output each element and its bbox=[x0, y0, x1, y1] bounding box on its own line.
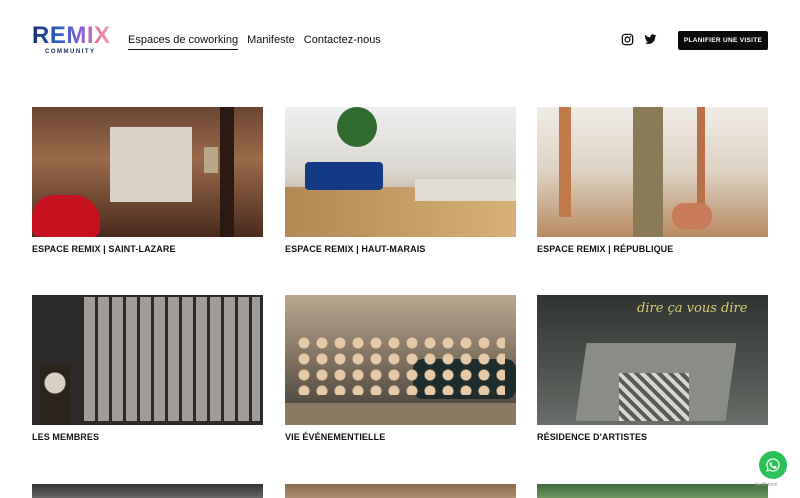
card-title[interactable]: ESPACE REMIX | SAINT-LAZARE bbox=[32, 244, 263, 254]
site-header: REMIX COMMUNITY Espaces de coworking Man… bbox=[0, 0, 800, 82]
card-title[interactable]: VIE ÉVÉNEMENTIELLE bbox=[285, 432, 516, 442]
logo-word: REMIX bbox=[32, 22, 111, 49]
card-residence-artistes[interactable]: dire ça vous dire RÉSIDENCE D'ARTISTES bbox=[537, 295, 768, 442]
card-vie-evenementielle[interactable]: VIE ÉVÉNEMENTIELLE bbox=[285, 295, 516, 442]
getbutton-label: GetButton bbox=[755, 482, 778, 488]
main-nav: Espaces de coworking Manifeste Contactez… bbox=[128, 33, 390, 50]
card-row3-2[interactable] bbox=[285, 484, 516, 498]
card-saint-lazare[interactable]: ESPACE REMIX | SAINT-LAZARE bbox=[32, 107, 263, 254]
plan-visit-button[interactable]: PLANIFIER UNE VISITE bbox=[678, 31, 768, 50]
card-title[interactable]: LES MEMBRES bbox=[32, 432, 263, 442]
haut-marais-photo[interactable] bbox=[285, 107, 516, 237]
card-title[interactable]: ESPACE REMIX | HAUT-MARAIS bbox=[285, 244, 516, 254]
whatsapp-button[interactable] bbox=[759, 451, 787, 479]
remix-logo[interactable]: REMIX COMMUNITY bbox=[32, 22, 111, 56]
social-links bbox=[621, 33, 657, 46]
event-photo[interactable] bbox=[285, 295, 516, 425]
nav-item-contact[interactable]: Contactez-nous bbox=[304, 33, 381, 50]
card-row3-3[interactable] bbox=[537, 484, 768, 498]
nav-item-coworking[interactable]: Espaces de coworking bbox=[128, 33, 239, 50]
card-haut-marais[interactable]: ESPACE REMIX | HAUT-MARAIS bbox=[285, 107, 516, 254]
twitter-icon[interactable] bbox=[644, 33, 657, 46]
card-title[interactable]: RÉSIDENCE D'ARTISTES bbox=[537, 432, 768, 442]
whatsapp-icon bbox=[766, 458, 780, 472]
membres-photo[interactable] bbox=[32, 295, 263, 425]
row3-photo-3[interactable] bbox=[537, 484, 768, 498]
residence-wall-lettering: dire ça vous dire bbox=[637, 301, 748, 316]
logo-subtitle: COMMUNITY bbox=[45, 49, 96, 55]
republique-photo[interactable] bbox=[537, 107, 768, 237]
card-republique[interactable]: ESPACE REMIX | RÉPUBLIQUE bbox=[537, 107, 768, 254]
row3-photo-1[interactable] bbox=[32, 484, 263, 498]
instagram-icon[interactable] bbox=[621, 33, 634, 46]
card-membres[interactable]: LES MEMBRES bbox=[32, 295, 263, 442]
row3-photo-2[interactable] bbox=[285, 484, 516, 498]
residence-photo[interactable]: dire ça vous dire bbox=[537, 295, 768, 425]
card-row3-1[interactable] bbox=[32, 484, 263, 498]
saint-lazare-photo[interactable] bbox=[32, 107, 263, 237]
nav-item-manifeste[interactable]: Manifeste bbox=[247, 33, 295, 50]
card-title[interactable]: ESPACE REMIX | RÉPUBLIQUE bbox=[537, 244, 768, 254]
